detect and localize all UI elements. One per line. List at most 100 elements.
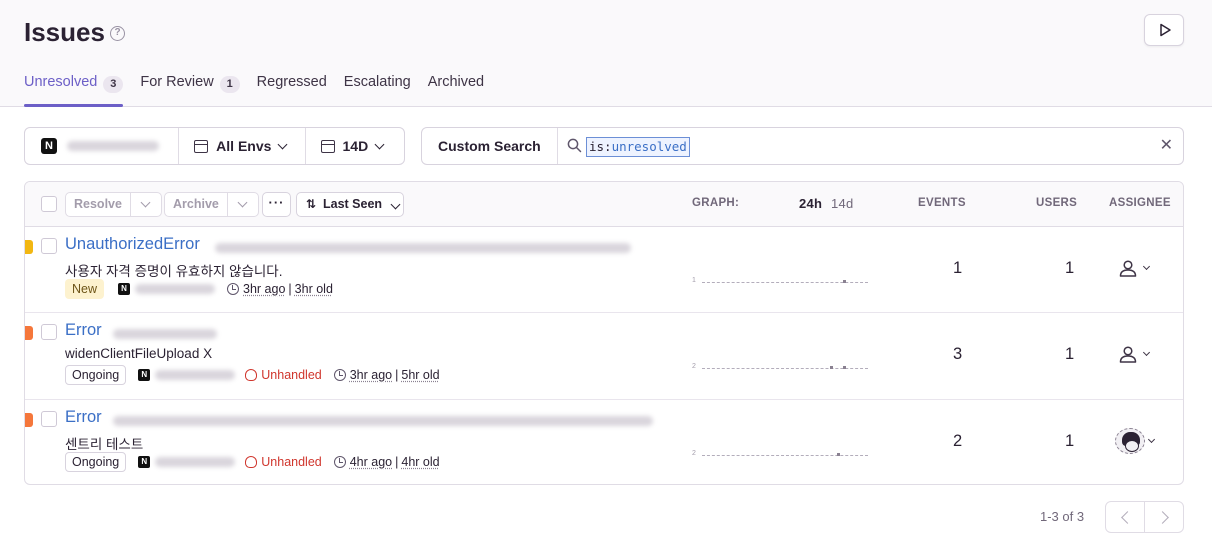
issue-title-link[interactable]: UnauthorizedError [65, 235, 200, 254]
tab-label: For Review [140, 74, 214, 90]
graph-column-header: GRAPH: [692, 197, 740, 209]
graph-baseline [702, 455, 868, 456]
tab-count-badge: 3 [103, 76, 124, 93]
pagination-controls [1105, 501, 1184, 533]
issue-title-link[interactable]: Error [65, 408, 102, 427]
sort-label: Last Seen [323, 197, 383, 211]
clear-search-icon[interactable]: ✕ [1160, 138, 1173, 154]
issue-checkbox[interactable] [41, 238, 57, 254]
tab-regressed[interactable]: Regressed [257, 74, 327, 107]
last-seen[interactable]: 3hr ago [350, 368, 392, 382]
issue-meta: New N 3hr ago | 3hr old [65, 279, 333, 299]
last-seen[interactable]: 4hr ago [350, 455, 392, 469]
play-button[interactable] [1144, 14, 1184, 46]
date-range-selector[interactable]: 14D [306, 128, 405, 164]
chevron-down-icon [1147, 435, 1156, 444]
chevron-down-icon [1142, 348, 1151, 357]
help-icon[interactable]: ? [110, 26, 125, 41]
short-id-redacted [155, 370, 236, 380]
users-count: 1 [1065, 345, 1075, 363]
skull-icon [245, 456, 258, 468]
sort-button[interactable]: ⇅ Last Seen [296, 192, 404, 217]
resolve-dropdown[interactable] [131, 193, 161, 216]
event-graph[interactable]: 2 [692, 450, 870, 460]
events-count: 2 [953, 432, 963, 450]
issue-checkbox[interactable] [41, 411, 57, 427]
query-value: unresolved [611, 139, 687, 154]
chevron-down-icon [390, 199, 400, 210]
unhandled-label: Unhandled [245, 455, 322, 469]
environment-selector[interactable]: All Envs [179, 128, 306, 164]
graph-max-label: 2 [692, 363, 696, 370]
resolve-button[interactable]: Resolve [66, 193, 131, 216]
graph-bar [843, 366, 846, 369]
search-icon [567, 138, 582, 153]
page-title: Issues [24, 17, 105, 47]
search-query-token[interactable]: is:unresolved [586, 137, 690, 157]
archive-dropdown[interactable] [228, 193, 258, 216]
previous-page-button[interactable] [1106, 502, 1145, 532]
graph-bar [837, 453, 840, 456]
issue-message: 사용자 자격 증명이 유효하지 않습니다. [65, 264, 283, 279]
tab-archived[interactable]: Archived [428, 74, 484, 107]
tab-label: Escalating [343, 74, 411, 90]
custom-search-button[interactable]: Custom Search [422, 128, 558, 164]
graph-bar [830, 366, 833, 369]
last-seen[interactable]: 3hr ago [243, 282, 285, 296]
events-count: 1 [953, 259, 963, 277]
avatar [1115, 428, 1145, 454]
issue-list-header: Resolve Archive ··· ⇅ Last Seen GRAPH: 2… [25, 182, 1183, 227]
graph-max-label: 1 [692, 277, 696, 284]
issue-search-bar: Custom Search is:unresolved ✕ [421, 127, 1184, 165]
query-key: is: [589, 139, 612, 154]
level-indicator [25, 413, 33, 427]
project-selector[interactable]: N [25, 128, 180, 164]
tab-count-badge: 1 [219, 76, 240, 93]
short-id-redacted [135, 284, 216, 294]
chevron-left-icon [1120, 510, 1134, 524]
tab-escalating[interactable]: Escalating [344, 74, 411, 107]
resolve-button-group: Resolve [65, 192, 162, 217]
nextjs-icon: N [118, 283, 131, 295]
tab-label: Regressed [256, 74, 327, 90]
event-graph[interactable]: 2 [692, 363, 870, 373]
next-page-button[interactable] [1145, 502, 1183, 532]
users-column-header: USERS [1036, 197, 1078, 209]
issue-row[interactable]: UnauthorizedError 사용자 자격 증명이 유효하지 않습니다. … [25, 227, 1183, 313]
users-count: 1 [1065, 432, 1075, 450]
project-name-redacted [67, 141, 159, 151]
nextjs-icon: N [138, 369, 151, 381]
graph-24h-toggle[interactable]: 24h [799, 196, 822, 211]
status-badge: Ongoing [65, 365, 127, 385]
pagination-summary: 1-3 of 3 [1040, 509, 1085, 524]
issue-title-link[interactable]: Error [65, 321, 102, 340]
user-icon [1119, 346, 1137, 363]
first-seen[interactable]: 3hr old [295, 282, 333, 296]
issue-meta: Ongoing N Unhandled 3hr ago | 5hr old [65, 365, 440, 385]
chevron-down-icon [141, 197, 151, 208]
skull-icon [245, 369, 258, 381]
first-seen[interactable]: 5hr old [401, 368, 439, 382]
issue-row[interactable]: Error widenClientFileUpload X Ongoing N … [25, 313, 1183, 400]
issue-checkbox[interactable] [41, 324, 57, 340]
assignee-selector[interactable] [1115, 428, 1156, 454]
tab-for-review[interactable]: For Review 1 [140, 74, 240, 107]
page-filter-bar: N All Envs 14D [24, 127, 405, 165]
tab-unresolved[interactable]: Unresolved 3 [24, 74, 124, 107]
issue-culprit-redacted [113, 416, 653, 426]
graph-14d-toggle[interactable]: 14d [831, 196, 854, 211]
issue-row[interactable]: Error 센트리 테스트 Ongoing N Unhandled 4hr ag… [25, 400, 1183, 484]
more-actions-button[interactable]: ··· [262, 192, 291, 217]
status-badge: Ongoing [65, 452, 127, 472]
unhandled-label: Unhandled [245, 368, 322, 382]
assignee-selector[interactable] [1118, 259, 1151, 277]
assignee-selector[interactable] [1118, 345, 1151, 363]
short-id-redacted [155, 457, 236, 467]
select-all-checkbox[interactable] [41, 196, 57, 212]
first-seen[interactable]: 4hr old [401, 455, 439, 469]
event-graph[interactable]: 1 [692, 277, 870, 287]
issue-message: widenClientFileUpload X [65, 346, 213, 361]
archive-button[interactable]: Archive [165, 193, 228, 216]
unhandled-text: Unhandled [261, 455, 322, 469]
sort-arrows-icon: ⇅ [306, 197, 317, 211]
